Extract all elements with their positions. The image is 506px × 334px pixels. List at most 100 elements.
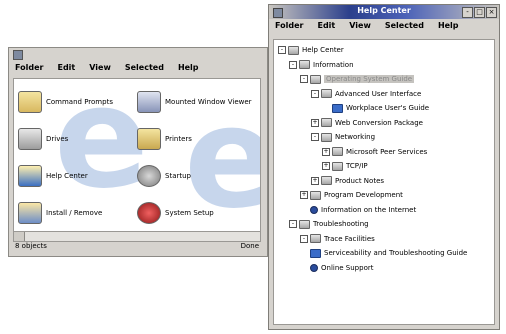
tree-item[interactable]: - Help Center xyxy=(274,43,494,58)
tree-item-label: Online Support xyxy=(321,263,374,272)
close-button[interactable]: × xyxy=(486,7,497,18)
window-icon[interactable] xyxy=(13,49,23,60)
item-label: Command Prompts xyxy=(46,97,113,106)
item-label: Mounted Window Viewer xyxy=(165,97,252,106)
folder-icon xyxy=(310,190,321,200)
item-install-remove[interactable]: Install / Remove xyxy=(18,194,137,231)
tree-item-label: Web Conversion Package xyxy=(335,118,423,127)
tree-item[interactable]: + Microsoft Peer Services xyxy=(274,145,494,160)
status-object-count: 8 objects xyxy=(15,242,47,250)
tree-item[interactable]: + Product Notes xyxy=(274,174,494,189)
tree-item-label: TCP/IP xyxy=(346,162,368,171)
collapse-toggle[interactable]: - xyxy=(300,75,308,84)
tree-item[interactable]: + TCP/IP xyxy=(274,159,494,174)
tree-item[interactable]: Workplace User's Guide xyxy=(274,101,494,116)
collapse-toggle[interactable]: - xyxy=(278,46,286,55)
item-label: Startup xyxy=(165,171,191,180)
tree-item[interactable]: - Advanced User Interface xyxy=(274,87,494,102)
expand-toggle[interactable]: + xyxy=(311,176,319,185)
collapse-toggle[interactable]: - xyxy=(311,133,319,142)
collapse-toggle[interactable]: - xyxy=(289,60,297,69)
tree-item-label: Product Notes xyxy=(335,176,385,185)
item-label: Help Center xyxy=(46,171,88,180)
bullet-icon xyxy=(310,263,318,272)
viewer-icon xyxy=(137,90,161,113)
maximize-button[interactable]: □ xyxy=(474,7,485,18)
tree-item-label: Help Center xyxy=(302,46,344,55)
menu-folder[interactable]: Folder xyxy=(275,21,303,30)
tree-item-label: Information on the Internet xyxy=(321,205,417,214)
tree-item[interactable]: - Operating System Guide xyxy=(274,72,494,87)
expand-toggle[interactable]: + xyxy=(311,118,319,127)
tree-item[interactable]: - Troubleshooting xyxy=(274,217,494,232)
tree-item-label: Advanced User Interface xyxy=(335,89,422,98)
folder-icon xyxy=(321,89,332,99)
expand-toggle[interactable]: + xyxy=(322,147,330,156)
file-browser-titlebar[interactable] xyxy=(9,48,267,61)
tree-item[interactable]: Serviceability and Troubleshooting Guide xyxy=(274,246,494,261)
item-help-center[interactable]: Help Center xyxy=(18,157,137,194)
tree-item-label: Operating System Guide xyxy=(324,75,415,84)
tree-item[interactable]: + Program Development xyxy=(274,188,494,203)
item-label: Install / Remove xyxy=(46,208,103,217)
item-label: Printers xyxy=(165,134,192,143)
folder-icon xyxy=(288,45,299,55)
help-icon xyxy=(18,164,42,187)
item-drives[interactable]: Drives xyxy=(18,120,137,157)
horizontal-scrollbar[interactable] xyxy=(13,231,261,242)
menu-selected[interactable]: Selected xyxy=(385,21,424,30)
file-browser-window: Folder Edit View Selected Help e e Comma… xyxy=(8,47,268,257)
folder-icon xyxy=(299,60,310,70)
item-printers[interactable]: Printers xyxy=(137,120,256,157)
tree-item-label: Networking xyxy=(335,133,376,142)
item-window-viewer[interactable]: Mounted Window Viewer xyxy=(137,83,256,120)
folder-icon xyxy=(310,74,321,84)
menu-help[interactable]: Help xyxy=(178,63,199,72)
minimize-button[interactable]: - xyxy=(462,7,473,18)
folder-icon xyxy=(321,176,332,186)
expand-toggle[interactable]: + xyxy=(322,162,330,171)
status-state: Done xyxy=(240,242,259,250)
tree-item[interactable]: - Networking xyxy=(274,130,494,145)
collapse-toggle[interactable]: - xyxy=(311,89,319,98)
tree-item[interactable]: + Web Conversion Package xyxy=(274,116,494,131)
folder-icon xyxy=(321,132,332,142)
help-center-window: Help Center - □ × Folder Edit View Selec… xyxy=(268,4,500,330)
menu-help[interactable]: Help xyxy=(438,21,459,30)
file-browser-menubar: Folder Edit View Selected Help xyxy=(9,61,267,74)
drive-icon xyxy=(18,127,42,150)
expand-toggle[interactable]: + xyxy=(300,191,308,200)
tree-item[interactable]: Online Support xyxy=(274,261,494,276)
tree-item[interactable]: - Information xyxy=(274,58,494,73)
item-startup[interactable]: Startup xyxy=(137,157,256,194)
status-bar: 8 objects Done xyxy=(13,242,261,253)
collapse-toggle[interactable]: - xyxy=(289,220,297,229)
tree-item-label: Microsoft Peer Services xyxy=(346,147,428,156)
folder-icon xyxy=(18,90,42,113)
collapse-toggle[interactable]: - xyxy=(300,234,308,243)
menu-folder[interactable]: Folder xyxy=(15,63,43,72)
menu-view[interactable]: View xyxy=(89,63,111,72)
item-command-prompts[interactable]: Command Prompts xyxy=(18,83,137,120)
item-system-setup[interactable]: System Setup xyxy=(137,194,256,231)
tree-item-label: Trace Facilities xyxy=(324,234,375,243)
folder-icon xyxy=(332,161,343,171)
icon-view: e e Command Prompts Mounted Window Viewe… xyxy=(13,78,261,232)
menu-edit[interactable]: Edit xyxy=(57,63,75,72)
folder-icon xyxy=(332,147,343,157)
menu-edit[interactable]: Edit xyxy=(317,21,335,30)
tree-item[interactable]: - Trace Facilities xyxy=(274,232,494,247)
book-icon xyxy=(332,103,343,113)
setup-icon xyxy=(137,201,161,224)
tree-item-label: Troubleshooting xyxy=(313,220,369,229)
help-center-menubar: Folder Edit View Selected Help xyxy=(269,19,499,32)
menu-selected[interactable]: Selected xyxy=(125,63,164,72)
help-center-titlebar[interactable]: Help Center - □ × xyxy=(269,5,499,19)
scrollbar-thumb[interactable] xyxy=(14,232,25,241)
menu-view[interactable]: View xyxy=(349,21,371,30)
bullet-icon xyxy=(310,205,318,214)
item-label: Drives xyxy=(46,134,69,143)
gear-icon xyxy=(137,164,161,187)
tree-item[interactable]: Information on the Internet xyxy=(274,203,494,218)
printer-icon xyxy=(137,127,161,150)
